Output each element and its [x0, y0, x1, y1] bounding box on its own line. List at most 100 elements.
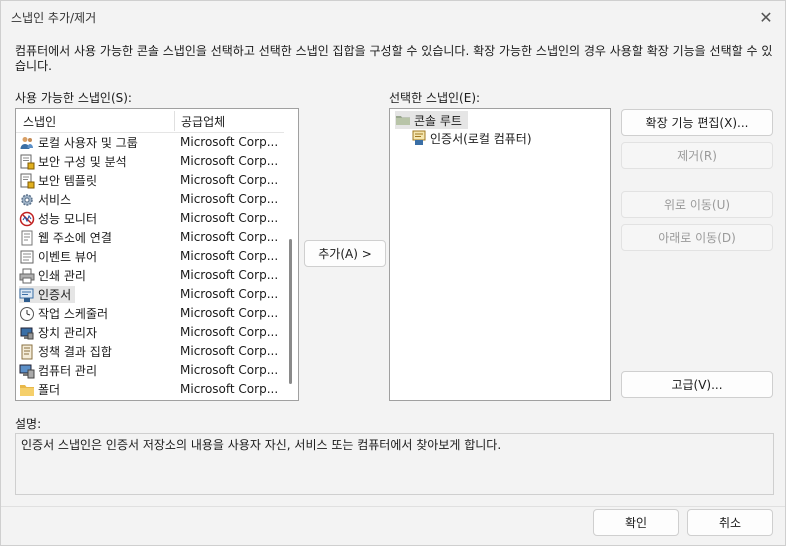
- add-remove-snapin-dialog: 스냅인 추가/제거 ✕ 컴퓨터에서 사용 가능한 콘솔 스냅인을 선택하고 선택…: [0, 0, 786, 546]
- snapin-name-cell: 보안 구성 및 분석: [19, 153, 131, 170]
- snapin-vendor: Microsoft Corp...: [180, 363, 279, 377]
- description-label: 설명:: [15, 417, 42, 431]
- snapin-name: 로컬 사용자 및 그룹: [38, 136, 138, 150]
- snapin-name-cell: 폴더: [19, 381, 64, 398]
- security-template-icon: [19, 173, 35, 189]
- performance-monitor-icon: [19, 211, 35, 227]
- ok-button[interactable]: 확인: [593, 509, 679, 536]
- snapin-vendor: Microsoft Corp...: [180, 135, 279, 149]
- tree-root-label: 콘솔 루트: [414, 113, 462, 128]
- scrollbar-thumb[interactable]: [289, 239, 292, 384]
- footer-divider: [1, 506, 785, 507]
- snapin-name: 이벤트 뷰어: [38, 250, 98, 264]
- users-icon: [19, 135, 35, 151]
- snapin-name-cell: 작업 스케줄러: [19, 305, 112, 322]
- snapin-row[interactable]: 폴더 Microsoft Corp...: [16, 380, 284, 399]
- clock-icon: [19, 306, 35, 322]
- column-header-vendor[interactable]: 공급업체: [181, 113, 225, 130]
- snapin-row[interactable]: 성능 모니터 Microsoft Corp...: [16, 209, 284, 228]
- snapin-row[interactable]: 정책 결과 집합 Microsoft Corp...: [16, 342, 284, 361]
- print-management-icon: [19, 268, 35, 284]
- snapin-row[interactable]: 작업 스케줄러 Microsoft Corp...: [16, 304, 284, 323]
- snapin-name-cell: 서비스: [19, 191, 75, 208]
- event-viewer-icon: [19, 249, 35, 265]
- snapin-vendor: Microsoft Corp...: [180, 268, 279, 282]
- snapin-vendor: Microsoft Corp...: [180, 344, 279, 358]
- cancel-button[interactable]: 취소: [687, 509, 773, 536]
- snapin-row[interactable]: 이벤트 뷰어 Microsoft Corp...: [16, 247, 284, 266]
- add-button[interactable]: 추가(A) >: [304, 240, 386, 267]
- vertical-scrollbar[interactable]: [284, 109, 298, 400]
- move-down-button[interactable]: 아래로 이동(D): [621, 224, 773, 251]
- snapin-row[interactable]: 웹 주소에 연결 Microsoft Corp...: [16, 228, 284, 247]
- window-title: 스냅인 추가/제거: [11, 11, 97, 25]
- close-icon: ✕: [759, 7, 773, 27]
- tree-child-label: 인증서(로컬 컴퓨터): [430, 131, 532, 146]
- snapin-row[interactable]: 인증서 Microsoft Corp...: [16, 285, 284, 304]
- snapin-row[interactable]: 보안 템플릿 Microsoft Corp...: [16, 171, 284, 190]
- close-button[interactable]: ✕: [753, 5, 779, 29]
- snapin-row[interactable]: 서비스 Microsoft Corp...: [16, 190, 284, 209]
- remove-button[interactable]: 제거(R): [621, 142, 773, 169]
- snapin-name: 장치 관리자: [38, 326, 98, 340]
- snapin-name: 작업 스케줄러: [38, 307, 109, 321]
- snapin-name: 보안 구성 및 분석: [38, 155, 127, 169]
- list-header: 스냅인 공급업체: [16, 109, 284, 133]
- snapin-row[interactable]: 보안 구성 및 분석 Microsoft Corp...: [16, 152, 284, 171]
- description-text: 인증서 스냅인은 인증서 저장소의 내용을 사용자 자신, 서비스 또는 컴퓨터…: [21, 438, 502, 452]
- snapin-vendor: Microsoft Corp...: [180, 382, 279, 396]
- move-up-button[interactable]: 위로 이동(U): [621, 191, 773, 218]
- snapin-vendor: Microsoft Corp...: [180, 287, 279, 301]
- snapin-name: 컴퓨터 관리: [38, 364, 98, 378]
- snapin-name-cell: 장치 관리자: [19, 324, 101, 341]
- snapin-name: 인쇄 관리: [38, 269, 86, 283]
- snapin-name: 웹 주소에 연결: [38, 231, 112, 245]
- snapin-rows: 로컬 사용자 및 그룹 Microsoft Corp... 보안 구성 및 분석 Mi…: [16, 133, 284, 399]
- snapin-row[interactable]: 로컬 사용자 및 그룹 Microsoft Corp...: [16, 133, 284, 152]
- device-manager-icon: [19, 325, 35, 341]
- folder-icon: [395, 112, 411, 128]
- snapin-name-cell: 인증서: [19, 286, 76, 303]
- security-analysis-icon: [19, 154, 35, 170]
- available-snapins-list[interactable]: 스냅인 공급업체 로컬 사용자 및 그룹 Microsoft Corp... 보안 …: [15, 108, 299, 401]
- snapin-vendor: Microsoft Corp...: [180, 306, 279, 320]
- title-bar: 스냅인 추가/제거 ✕: [1, 1, 785, 33]
- selected-snapins-tree[interactable]: 콘솔 루트 인증서(로컬 컴퓨터): [389, 108, 611, 401]
- policy-result-icon: [19, 344, 35, 360]
- certificate-icon: [19, 287, 35, 303]
- snapin-name-cell: 이벤트 뷰어: [19, 248, 101, 265]
- snapin-row[interactable]: 장치 관리자 Microsoft Corp...: [16, 323, 284, 342]
- snapin-name-cell: 인쇄 관리: [19, 267, 90, 284]
- snapin-name-cell: 성능 모니터: [19, 210, 101, 227]
- web-link-icon: [19, 230, 35, 246]
- snapin-vendor: Microsoft Corp...: [180, 249, 279, 263]
- computer-management-icon: [19, 363, 35, 379]
- folder-icon: [19, 382, 35, 398]
- certificate-icon: [411, 130, 427, 146]
- snapin-vendor: Microsoft Corp...: [180, 154, 279, 168]
- edit-extensions-button[interactable]: 확장 기능 편집(X)...: [621, 109, 773, 136]
- description-box: 인증서 스냅인은 인증서 저장소의 내용을 사용자 자신, 서비스 또는 컴퓨터…: [15, 433, 774, 495]
- snapin-vendor: Microsoft Corp...: [180, 211, 279, 225]
- snapin-vendor: Microsoft Corp...: [180, 230, 279, 244]
- column-header-snapin[interactable]: 스냅인: [23, 113, 56, 130]
- column-divider[interactable]: [174, 111, 175, 131]
- available-snapins-label: 사용 가능한 스냅인(S):: [15, 91, 132, 105]
- snapin-row[interactable]: 컴퓨터 관리 Microsoft Corp...: [16, 361, 284, 380]
- selected-snapins-label: 선택한 스냅인(E):: [389, 91, 481, 105]
- snapin-vendor: Microsoft Corp...: [180, 325, 279, 339]
- tree-item-certificates-local[interactable]: 인증서(로컬 컴퓨터): [411, 129, 532, 147]
- snapin-name: 서비스: [38, 193, 72, 207]
- advanced-button[interactable]: 고급(V)...: [621, 371, 773, 398]
- snapin-name: 인증서: [38, 288, 72, 302]
- tree-item-console-root[interactable]: 콘솔 루트: [395, 111, 468, 129]
- snapin-name: 폴더: [38, 383, 61, 397]
- snapin-row[interactable]: 인쇄 관리 Microsoft Corp...: [16, 266, 284, 285]
- snapin-name: 정책 결과 집합: [38, 345, 112, 359]
- snapin-name-cell: 컴퓨터 관리: [19, 362, 101, 379]
- snapin-name: 보안 템플릿: [38, 174, 98, 188]
- intro-text: 컴퓨터에서 사용 가능한 콘솔 스냅인을 선택하고 선택한 스냅인 집합을 구성…: [15, 44, 773, 73]
- snapin-name-cell: 웹 주소에 연결: [19, 229, 116, 246]
- snapin-name: 성능 모니터: [38, 212, 98, 226]
- snapin-name-cell: 보안 템플릿: [19, 172, 101, 189]
